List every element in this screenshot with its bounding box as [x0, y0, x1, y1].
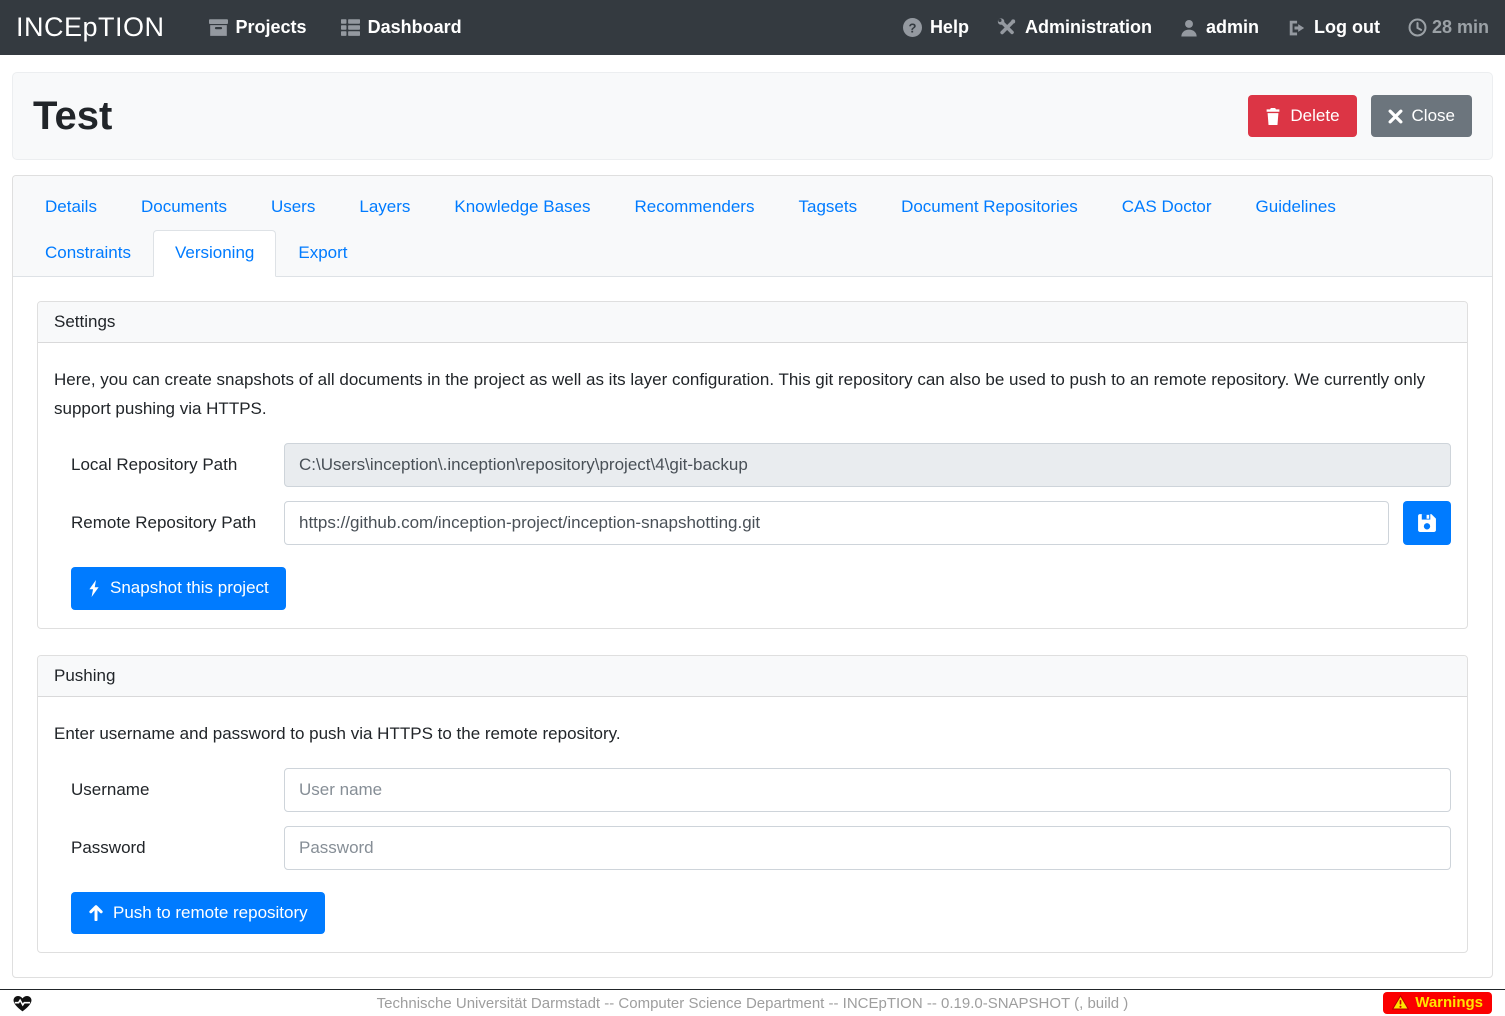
nav-help[interactable]: ? Help — [903, 17, 969, 38]
page-title: Test — [33, 94, 112, 139]
username-label: Username — [54, 780, 284, 800]
versioning-tab-content: Settings Here, you can create snapshots … — [13, 277, 1492, 977]
session-timer: 28 min — [1408, 17, 1489, 38]
tab-row-2: Constraints Versioning Export — [23, 230, 1482, 276]
close-button[interactable]: Close — [1371, 95, 1472, 137]
push-button-label: Push to remote repository — [113, 902, 308, 924]
local-repository-label: Local Repository Path — [54, 455, 284, 475]
local-repository-path-input — [284, 443, 1451, 487]
nav-logout[interactable]: Log out — [1287, 17, 1380, 38]
arrow-up-icon — [88, 905, 104, 921]
footer: Technische Universität Darmstadt -- Comp… — [0, 989, 1505, 1016]
remote-repository-label: Remote Repository Path — [54, 513, 284, 533]
tab-constraints[interactable]: Constraints — [23, 230, 153, 276]
tab-row-1: Details Documents Users Layers Knowledge… — [23, 184, 1482, 230]
heartbeat-icon — [13, 995, 32, 1012]
project-title-panel: Test Delete Close — [12, 72, 1493, 160]
nav-logout-label: Log out — [1314, 17, 1380, 38]
user-icon — [1180, 19, 1198, 37]
tab-layers[interactable]: Layers — [337, 184, 432, 230]
password-label: Password — [54, 838, 284, 858]
snapshot-button-label: Snapshot this project — [110, 577, 269, 599]
nav-help-label: Help — [930, 17, 969, 38]
app-logo[interactable]: INCEpTION — [16, 12, 165, 43]
snapshot-project-button[interactable]: Snapshot this project — [71, 567, 286, 609]
password-row: Password — [54, 826, 1451, 870]
nav-dashboard[interactable]: Dashboard — [341, 17, 462, 38]
settings-description: Here, you can create snapshots of all do… — [54, 365, 1451, 423]
navbar-right-menu: ? Help Administration — [903, 17, 1489, 38]
logout-icon — [1287, 19, 1306, 37]
project-settings-card: Details Documents Users Layers Knowledge… — [12, 175, 1493, 978]
local-repository-row: Local Repository Path — [54, 443, 1451, 487]
delete-button-label: Delete — [1290, 105, 1339, 127]
tab-tagsets[interactable]: Tagsets — [776, 184, 879, 230]
tab-recommenders[interactable]: Recommenders — [612, 184, 776, 230]
pushing-panel: Pushing Enter username and password to p… — [37, 655, 1468, 953]
footer-text: Technische Universität Darmstadt -- Comp… — [0, 995, 1505, 1012]
nav-dashboard-label: Dashboard — [368, 17, 462, 38]
navbar-left-menu: Projects Dashboard — [209, 17, 462, 38]
tab-knowledge-bases[interactable]: Knowledge Bases — [432, 184, 612, 230]
trash-icon — [1265, 108, 1281, 125]
nav-administration[interactable]: Administration — [997, 17, 1152, 38]
close-button-label: Close — [1412, 105, 1455, 127]
username-input[interactable] — [284, 768, 1451, 812]
tab-document-repositories[interactable]: Document Repositories — [879, 184, 1100, 230]
tab-users[interactable]: Users — [249, 184, 337, 230]
floppy-save-icon — [1416, 512, 1438, 534]
warnings-button[interactable]: Warnings — [1383, 992, 1492, 1014]
password-input[interactable] — [284, 826, 1451, 870]
clock-icon — [1408, 18, 1427, 37]
settings-panel: Settings Here, you can create snapshots … — [37, 301, 1468, 629]
nav-projects[interactable]: Projects — [209, 17, 307, 38]
tab-versioning[interactable]: Versioning — [153, 230, 276, 277]
tab-export[interactable]: Export — [276, 230, 369, 276]
nav-user[interactable]: admin — [1180, 17, 1259, 38]
username-row: Username — [54, 768, 1451, 812]
nav-projects-label: Projects — [236, 17, 307, 38]
projects-archive-icon — [209, 19, 228, 36]
tab-bar: Details Documents Users Layers Knowledge… — [13, 176, 1492, 277]
delete-button[interactable]: Delete — [1248, 95, 1356, 137]
tab-guidelines[interactable]: Guidelines — [1234, 184, 1358, 230]
save-remote-path-button[interactable] — [1403, 501, 1451, 545]
tab-cas-doctor[interactable]: CAS Doctor — [1100, 184, 1234, 230]
settings-panel-body: Here, you can create snapshots of all do… — [38, 343, 1467, 628]
pushing-panel-body: Enter username and password to push via … — [38, 697, 1467, 952]
svg-text:?: ? — [908, 20, 916, 35]
remote-repository-row: Remote Repository Path — [54, 501, 1451, 545]
pushing-description: Enter username and password to push via … — [54, 719, 1451, 748]
warning-triangle-icon — [1392, 995, 1409, 1010]
project-actions: Delete Close — [1248, 95, 1472, 137]
lightning-bolt-icon — [88, 580, 101, 597]
remote-repository-path-input[interactable] — [284, 501, 1389, 545]
nav-username-label: admin — [1206, 17, 1259, 38]
close-x-icon — [1388, 109, 1403, 124]
warnings-button-label: Warnings — [1415, 994, 1483, 1011]
pushing-panel-title: Pushing — [38, 656, 1467, 697]
settings-panel-title: Settings — [38, 302, 1467, 343]
dashboard-list-icon — [341, 19, 360, 36]
tab-details[interactable]: Details — [23, 184, 119, 230]
nav-administration-label: Administration — [1025, 17, 1152, 38]
top-navbar: INCEpTION Projects Dashboard — [0, 0, 1505, 55]
session-timer-label: 28 min — [1432, 17, 1489, 38]
push-to-remote-button[interactable]: Push to remote repository — [71, 892, 325, 934]
tools-icon — [997, 18, 1017, 37]
help-question-circle-icon: ? — [903, 18, 922, 37]
tab-documents[interactable]: Documents — [119, 184, 249, 230]
